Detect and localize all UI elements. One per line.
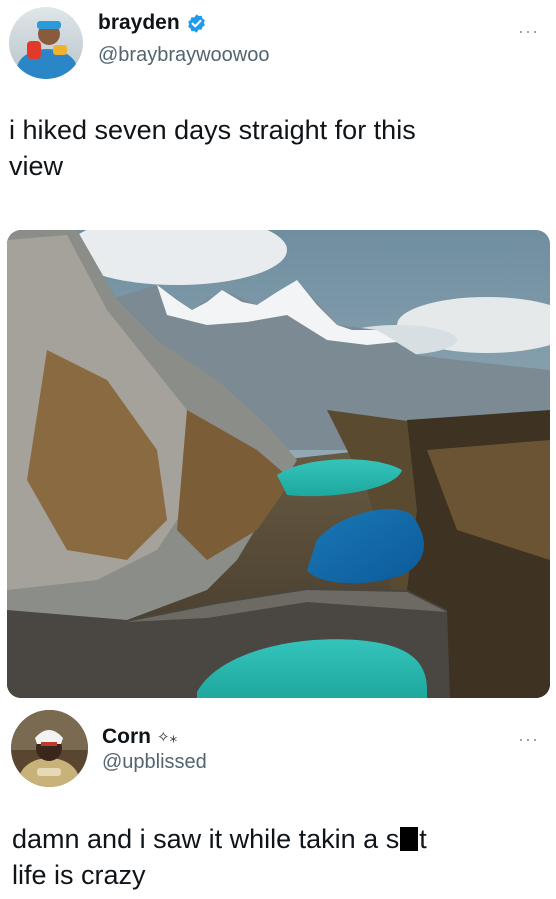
tweet-photo[interactable] (7, 230, 550, 698)
verified-badge-icon (186, 13, 207, 34)
reply-author-name[interactable]: Corn (102, 725, 151, 749)
reply-more-horizontal-icon[interactable]: ··· (518, 730, 539, 748)
reply-text-line2: life is crazy (12, 859, 146, 890)
tweet: brayden @braybraywoowoo ··· i hiked seve… (0, 0, 556, 700)
reply-author-handle[interactable]: @upblissed (102, 751, 207, 774)
reply-text-part2: t (419, 824, 427, 854)
reply-tweet: Corn ✧⁎ @upblissed ··· damn and i saw it… (0, 700, 556, 899)
author-row: brayden (98, 11, 207, 35)
more-horizontal-icon[interactable]: ··· (518, 22, 539, 40)
author-handle[interactable]: @braybraywoowoo (98, 44, 270, 67)
reply-avatar[interactable] (11, 710, 88, 787)
reply-text-part1: damn and i saw it while takin a s (12, 824, 400, 854)
tweet-text: i hiked seven days straight for this vie… (9, 115, 416, 181)
censor-block (400, 827, 419, 851)
reply-avatar-image (11, 710, 88, 787)
sparkle-icon: ✧⁎ (157, 729, 178, 746)
author-name[interactable]: brayden (98, 11, 180, 35)
avatar-image (9, 7, 83, 79)
reply-author-row: Corn ✧⁎ (102, 725, 177, 749)
reply-text: damn and i saw it while takin a s t life … (12, 822, 552, 893)
avatar[interactable] (9, 7, 83, 79)
landscape-photo-icon (7, 230, 550, 698)
